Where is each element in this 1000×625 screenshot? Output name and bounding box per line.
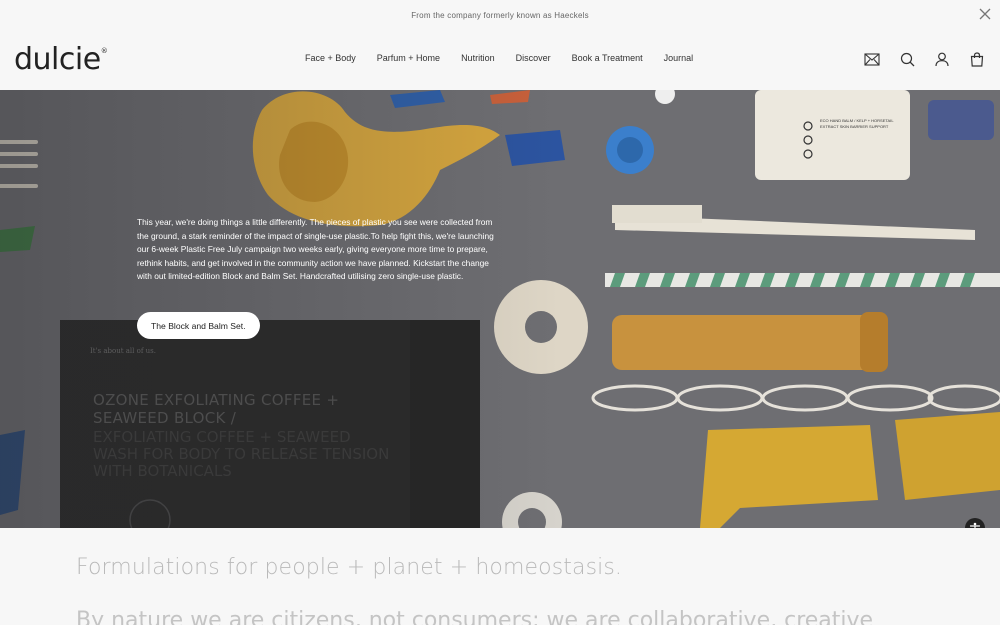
box-title: OZONE EXFOLIATING COFFEE + SEAWEED BLOCK… [93, 391, 340, 427]
section-headline: Formulations for people + planet + homeo… [76, 555, 622, 580]
close-icon[interactable] [978, 7, 992, 21]
nav-item-journal[interactable]: Journal [664, 53, 694, 63]
site-header: dulcie® Face + Body Parfum + Home Nutrit… [0, 30, 1000, 90]
section-subline: By nature we are citizens, not consumers… [76, 608, 874, 625]
announcement-text: From the company formerly known as Haeck… [411, 10, 589, 20]
nav-item-face-body[interactable]: Face + Body [305, 53, 356, 63]
header-actions [863, 50, 986, 68]
announcement-bar: From the company formerly known as Haeck… [0, 0, 1000, 30]
hero-description: This year, we're doing things a little d… [137, 217, 494, 281]
brand-logo[interactable]: dulcie® [14, 42, 108, 77]
box-small-text: It's about all of us. [90, 347, 156, 355]
bag-icon[interactable] [968, 50, 986, 68]
box-subtitle: EXFOLIATING COFFEE + SEAWEED WASH FOR BO… [93, 428, 390, 480]
hero-banner: It's about all of us. OZONE EXFOLIATING … [0, 90, 1000, 528]
nav-item-nutrition[interactable]: Nutrition [461, 53, 495, 63]
mail-icon[interactable] [863, 50, 881, 68]
nav-item-book-treatment[interactable]: Book a Treatment [572, 53, 643, 63]
main-nav: Face + Body Parfum + Home Nutrition Disc… [305, 53, 693, 63]
search-icon[interactable] [898, 50, 916, 68]
jar-label: ECO HAND BALM / KELP + HORSETAIL EXTRACT… [820, 118, 894, 129]
nav-item-parfum-home[interactable]: Parfum + Home [377, 53, 440, 63]
nav-item-discover[interactable]: Discover [516, 53, 551, 63]
account-icon[interactable] [933, 50, 951, 68]
logo-text: dulcie [14, 42, 101, 77]
logo-mark: ® [100, 47, 108, 55]
intro-section: Formulations for people + planet + homeo… [0, 528, 1000, 625]
block-and-balm-button[interactable]: The Block and Balm Set. [137, 312, 260, 339]
